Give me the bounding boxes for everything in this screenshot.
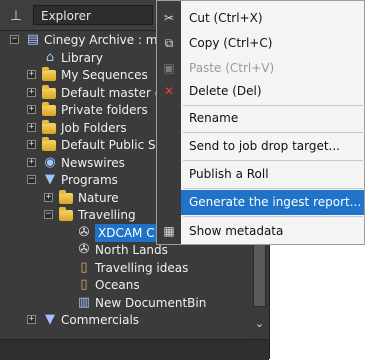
menu-item[interactable]: Show metadata <box>181 219 364 244</box>
menu-item[interactable]: Delete (Del) <box>181 79 364 104</box>
expand-icon[interactable]: + <box>27 122 36 132</box>
tree-item-label: Travelling ideas <box>95 260 189 275</box>
tree-item-label: Library <box>61 50 103 65</box>
tree-item[interactable]: ▯ Oceans <box>0 276 250 294</box>
folder-icon <box>59 207 73 221</box>
folder-icon <box>42 102 56 116</box>
menu-item[interactable]: Send to job drop target... <box>181 134 364 159</box>
expand-icon[interactable]: + <box>27 140 36 149</box>
tree-item-label: Default master cl <box>61 85 165 100</box>
expand-icon[interactable]: + <box>27 87 36 97</box>
documentbin-icon: ▥ <box>77 294 91 310</box>
folder-icon <box>42 67 56 81</box>
tree-item-label: My Sequences <box>61 68 148 82</box>
menu-item[interactable]: Publish a Roll <box>181 162 364 187</box>
menu-separator <box>183 132 363 133</box>
metadata-icon: ▦ <box>163 224 175 238</box>
delete-icon: ✕ <box>163 84 175 98</box>
tree-item-label: Default Public Se <box>61 138 163 152</box>
database-icon: ▤ <box>26 32 40 47</box>
horizontal-scrollbar[interactable] <box>0 339 269 360</box>
context-menu: Cut (Ctrl+X) ✂ Copy (Ctrl+C) ⧉ Paste (Ctrl+V… <box>156 0 365 245</box>
menu-item[interactable]: Rename <box>181 106 364 131</box>
tree-item[interactable]: ▥ New DocumentBin <box>0 294 250 312</box>
tree-item-label: Oceans <box>95 278 140 292</box>
explorer-title: Explorer <box>33 5 153 25</box>
folder-icon <box>42 84 56 99</box>
menu-item[interactable]: Copy (Ctrl+C) <box>181 31 364 56</box>
menu-item[interactable]: Cut (Ctrl+X) <box>181 6 364 31</box>
menu-separator <box>183 188 363 189</box>
newswires-icon: ◉ <box>44 154 56 170</box>
reel-icon: ✇ <box>78 242 90 257</box>
tree-item-label: New DocumentBin <box>95 295 207 310</box>
expand-icon[interactable]: + <box>27 70 36 79</box>
scissors-icon: ✂ <box>163 11 175 25</box>
tree-item-label: Cinegy Archive : mas <box>44 33 172 47</box>
folder-icon <box>59 189 73 204</box>
bin-icon: ▯ <box>80 277 88 292</box>
tree-item-label: Travelling <box>78 208 136 222</box>
menu-item[interactable]: Paste (Ctrl+V) <box>181 56 364 81</box>
tree-item[interactable]: ▯ Travelling ideas <box>0 259 250 277</box>
bin-icon: ▯ <box>80 259 88 275</box>
pin-icon[interactable]: ⊥ <box>6 6 26 26</box>
expand-icon[interactable]: + <box>27 157 36 167</box>
menu-separator <box>183 216 363 217</box>
tree-item-label: Nature <box>78 190 119 205</box>
copy-icon: ⧉ <box>164 36 174 50</box>
folder-icon <box>42 137 56 151</box>
expand-icon[interactable]: + <box>44 192 53 202</box>
paste-icon: ▣ <box>163 61 175 75</box>
programs-icon: ▼ <box>45 312 55 327</box>
library-icon: ⌂ <box>45 49 55 65</box>
scroll-down-arrow-icon[interactable]: ⌄ <box>253 314 266 334</box>
folder-icon <box>42 119 56 134</box>
expand-icon[interactable]: + <box>27 105 36 114</box>
menu-separator <box>183 160 363 161</box>
collapse-icon[interactable]: − <box>27 175 36 184</box>
tree-item-label: Private folders <box>61 103 148 117</box>
tree-item-label: Newswires <box>61 155 125 170</box>
collapse-icon[interactable]: − <box>44 210 53 219</box>
collapse-icon[interactable]: − <box>10 35 19 44</box>
expand-icon[interactable]: + <box>27 315 36 324</box>
tree-item-label: Commercials <box>61 313 140 327</box>
reel-icon: ✇ <box>78 224 90 240</box>
tree-item-label: Job Folders <box>61 120 127 135</box>
menu-separator <box>183 105 363 106</box>
programs-icon: ▼ <box>45 172 55 187</box>
menu-item[interactable]: Generate the ingest report... <box>181 190 364 215</box>
tree-item-label: XDCAM C <box>95 223 158 242</box>
tree-item-label: Programs <box>61 173 118 187</box>
tree-item[interactable]: + ▼ Commercials <box>0 311 250 329</box>
